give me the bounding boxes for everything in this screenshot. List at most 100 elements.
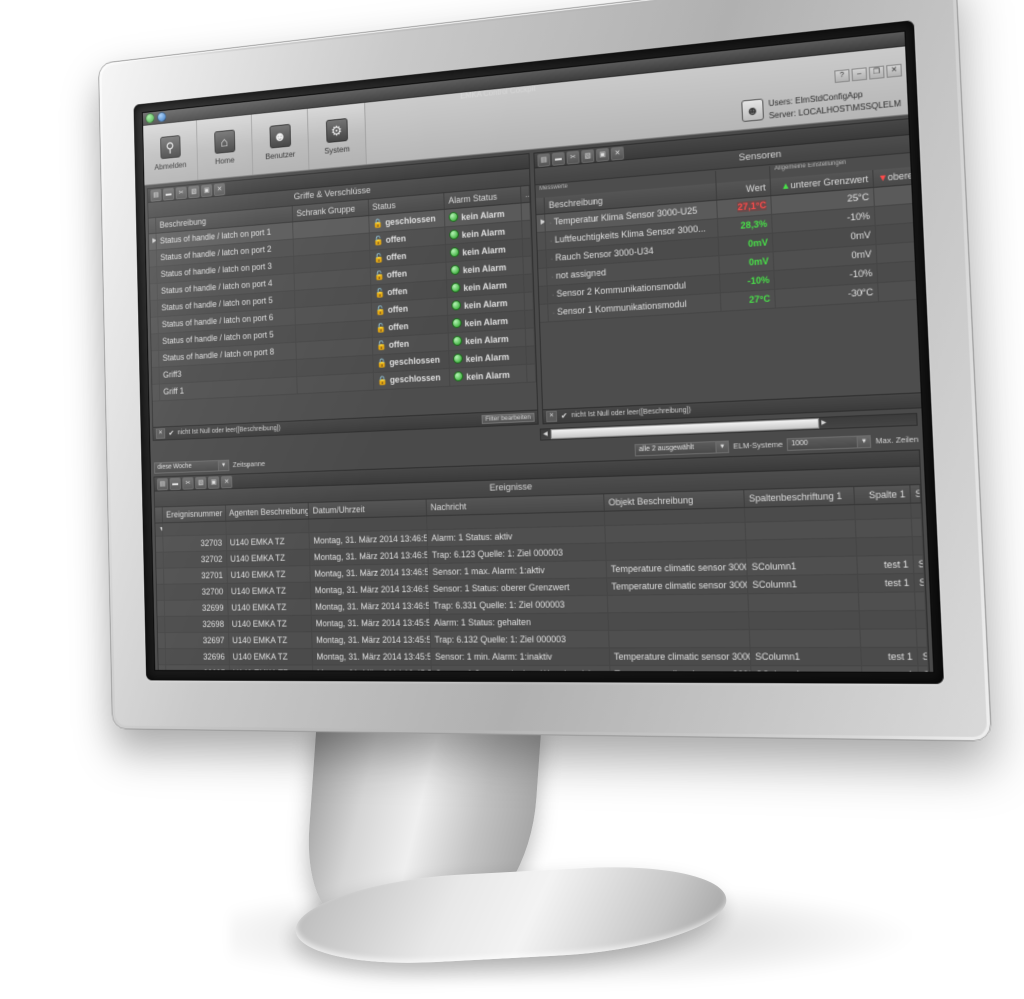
cell-ereignisnummer: 32699 — [164, 600, 229, 616]
high-limit-icon: ▼ — [877, 172, 888, 184]
window-controls: ? – ❐ ✕ — [834, 63, 903, 84]
table-row[interactable]: · Sensor 2 Kommunikationsmodul-10%-10%14… — [538, 255, 935, 305]
filter-check-icon[interactable]: ✔ — [168, 429, 174, 438]
sensors-grid-header: Beschreibung Wert ▲unterer Grenzwert ▼ob… — [535, 158, 935, 216]
column-header-spaltenbeschriftung-2[interactable]: Spaltenbesc — [910, 485, 922, 503]
column-header-spaltenbeschriftung-1[interactable]: Spaltenbeschriftung 1 — [744, 486, 856, 508]
cell-unterer-grenzwert: 25°C — [771, 187, 875, 214]
cell-wert: 0mV — [718, 233, 774, 256]
delete-icon[interactable]: ✕ — [610, 145, 625, 161]
ribbon-button-label: Benutzer — [265, 148, 296, 161]
info-dot — [157, 111, 167, 123]
maximize-button[interactable]: ❐ — [868, 65, 885, 80]
cell-ereignisnummer: 32703 — [163, 535, 227, 552]
status-led-icon — [451, 300, 462, 311]
emka-control-cockpit-app: ⚲ Abmelden ⌂ Home ☻ Benutzer ⚙ System ? … — [142, 31, 935, 673]
cell-spalte-1: test 1 — [858, 574, 916, 592]
cell-agenten-beschreibung: U140 EMKA TZ — [229, 648, 314, 665]
cell-more — [521, 202, 531, 221]
cell-spalte-1: test 1 — [857, 555, 915, 574]
expand-icon[interactable]: · — [550, 256, 553, 263]
user-icon: ☻ — [268, 123, 291, 149]
ribbon-button-label: Abmelden — [154, 159, 187, 172]
cut-icon[interactable]: ✂ — [182, 476, 194, 490]
column-header-wert[interactable]: Wert — [716, 178, 772, 200]
cell-agenten-beschreibung: U140 EMKA TZ — [227, 566, 312, 583]
filter-close-icon[interactable]: ✕ — [155, 428, 166, 439]
cell-unterer-grenzwert: 0mV — [772, 225, 877, 252]
column-header-unterer-grenzwert[interactable]: ▲unterer Grenzwert — [770, 170, 875, 196]
server-label: Server: LOCALHOST\MSSQLELM — [768, 98, 902, 121]
screen: ⚲ Abmelden ⌂ Home ☻ Benutzer ⚙ System ? … — [141, 30, 935, 673]
max-rows-combo[interactable]: 1000 ▼ — [786, 434, 872, 451]
status-text: offen — [386, 268, 408, 280]
column-header-more[interactable]: ... — [520, 185, 531, 203]
row-indicator-col — [535, 197, 546, 215]
table-row[interactable]: 32696 U140 EMKA TZ Montag, 31. März 2014 1… — [158, 647, 929, 667]
minimize-button[interactable]: – — [851, 67, 868, 82]
scroll-left-arrow[interactable]: ◀ — [541, 430, 550, 437]
expand-icon[interactable]: · — [550, 238, 553, 245]
chevron-down-icon[interactable]: ▼ — [715, 441, 729, 452]
cell-wert: -10% — [720, 271, 776, 293]
ribbon-button-label: System — [324, 143, 350, 156]
sensor-value: 0mV — [748, 255, 769, 268]
cell-spaltenbeschriftung-1 — [749, 611, 861, 630]
scroll-right-arrow[interactable]: ▶ — [819, 419, 829, 427]
close-button[interactable]: ✕ — [886, 63, 903, 78]
cell-beschreibung: · Sensor 1 Kommunikationsmodul — [548, 293, 722, 322]
scrollbar-thumb[interactable] — [550, 417, 820, 439]
cell-spaltenbeschriftung-2 — [911, 503, 922, 518]
sensor-value: -10% — [747, 274, 770, 287]
minus-icon[interactable]: ▬ — [162, 187, 175, 201]
cell-ereignisnummer: 32702 — [163, 551, 227, 568]
minus-icon[interactable]: ▬ — [169, 477, 181, 490]
status-text: offen — [388, 338, 410, 350]
column-header-objekt-beschreibung[interactable]: Objekt Beschreibung — [604, 490, 746, 511]
cell-agenten-beschreibung: U140 EMKA TZ — [228, 632, 313, 649]
chevron-down-icon[interactable]: ▼ — [856, 435, 871, 447]
cell-more — [522, 220, 532, 239]
chevron-down-icon[interactable]: ▼ — [217, 460, 229, 471]
paste-icon[interactable]: ▣ — [207, 475, 220, 489]
delete-icon[interactable]: ✕ — [213, 182, 226, 196]
help-button[interactable]: ? — [834, 69, 850, 84]
copy-icon[interactable]: ▧ — [188, 184, 200, 198]
save-icon[interactable]: ▤ — [150, 188, 162, 202]
column-header-spalte-1[interactable]: Spalte 1 — [854, 485, 912, 505]
cell-spaltenbeschriftung-2: SColumn2 — [918, 666, 930, 673]
green-status-dot — [145, 112, 155, 124]
status-text: geschlossen — [385, 213, 436, 228]
copy-icon[interactable]: ▧ — [195, 476, 207, 489]
lock-icon: 🔒 — [372, 217, 384, 229]
timespan-label: Zeitspanne — [232, 459, 266, 469]
cell-objekt-beschreibung — [608, 630, 751, 648]
cell-datum-uhrzeit: Montag, 31. März 2014 13:46:50 — [310, 547, 429, 566]
cell-spalte-1 — [856, 518, 913, 538]
sensors-horizontal-scrollbar[interactable]: ◀ ▶ — [539, 412, 918, 441]
alarm-text: kein Alarm — [466, 369, 510, 382]
column-header-beschreibung[interactable]: Beschreibung — [544, 183, 718, 214]
cut-icon[interactable]: ✂ — [175, 186, 187, 200]
column-header-agenten-beschreibung[interactable]: Agenten Beschreibung — [225, 503, 310, 521]
lock-icon: 🔓 — [374, 270, 385, 281]
table-row[interactable]: · Sensor 1 Kommunikationsmodul27°C-30°C1… — [539, 274, 935, 323]
handles-filter-edit-button[interactable]: Filter bearbeiten — [481, 412, 535, 425]
save-icon[interactable]: ▤ — [156, 477, 169, 491]
lock-icon: 🔓 — [375, 322, 387, 333]
elm-systems-combo[interactable]: alle 2 ausgewählt ▼ — [634, 440, 730, 456]
cell-spaltenbeschriftung-2: SColumn2 — [913, 555, 925, 573]
filter-close-icon[interactable]: ✕ — [546, 410, 558, 423]
max-rows-value: 1000 — [791, 439, 809, 448]
delete-icon[interactable]: ✕ — [220, 475, 233, 488]
filter-check-icon[interactable]: ✔ — [561, 411, 568, 420]
column-header-ereignisnummer[interactable]: Ereignisnummer — [162, 505, 226, 523]
cell-objekt-beschreibung — [604, 508, 746, 526]
timespan-combo[interactable]: diese Woche ▼ — [153, 459, 230, 474]
cell-spaltenbeschriftung-2 — [915, 592, 927, 610]
table-row[interactable]: · Rauch Sensor 3000-U340mV0mV7500mV — [537, 216, 935, 269]
table-row[interactable]: 32697 U140 EMKA TZ Montag, 31. März 2014 1… — [157, 629, 928, 650]
expand-icon[interactable]: · — [549, 220, 552, 227]
paste-icon[interactable]: ▣ — [200, 183, 213, 197]
cell-objekt-beschreibung — [608, 612, 750, 630]
